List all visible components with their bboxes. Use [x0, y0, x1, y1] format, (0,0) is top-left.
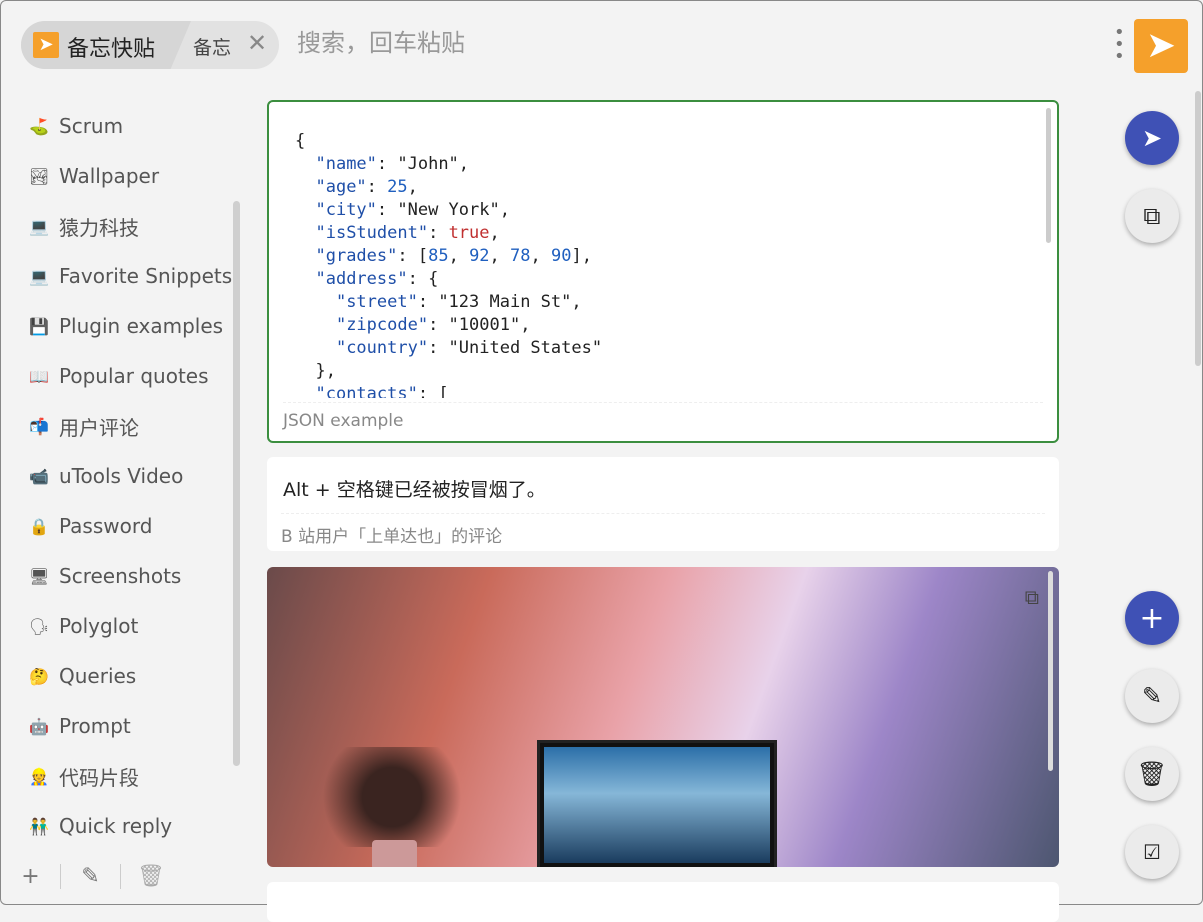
snippet-card-json[interactable]: { "name": "John", "age": 25, "city": "Ne… — [267, 100, 1059, 443]
app-logo-icon: ➤ — [33, 32, 59, 58]
category-icon: 👬 — [29, 816, 49, 836]
snippet-card[interactable] — [267, 882, 1059, 922]
sidebar-item-label: Wallpaper — [59, 164, 160, 188]
card-text: Alt + 空格键已经被按冒烟了。 — [283, 479, 546, 501]
sidebar-item-label: Prompt — [59, 714, 131, 738]
category-icon: 🤖 — [29, 716, 49, 736]
sidebar-item-label: 用户评论 — [59, 415, 139, 440]
sidebar-item-label: Popular quotes — [59, 364, 209, 388]
card-caption: JSON example — [283, 402, 1043, 431]
snippet-card-text[interactable]: Alt + 空格键已经被按冒烟了。 B 站用户「上单达也」的评论 — [267, 457, 1059, 551]
flowers-image — [307, 747, 477, 847]
sidebar-item[interactable]: 🏞 Wallpaper — [1, 151, 241, 201]
more-menu-icon[interactable]: • • • — [1114, 24, 1125, 66]
category-icon: 🤔 — [29, 666, 49, 686]
category-icon: ⛳ — [29, 116, 49, 136]
vase-image — [372, 840, 417, 867]
sidebar-item-label: Scrum — [59, 114, 124, 138]
card-caption: B 站用户「上单达也」的评论 — [281, 513, 1045, 547]
close-tab-icon[interactable]: ✕ — [247, 29, 267, 57]
tab-label: 备忘 — [193, 37, 232, 59]
sidebar-item[interactable]: 👷 代码片段 — [1, 751, 241, 801]
app-name: 备忘快贴 — [67, 37, 156, 62]
sidebar-item-label: 猿力科技 — [59, 215, 139, 240]
sidebar-scrollbar[interactable] — [233, 201, 240, 766]
sidebar-item[interactable]: 💻 Favorite Snippets — [1, 251, 241, 301]
category-icon: 🖥 — [29, 566, 50, 586]
add-button[interactable]: + — [1125, 591, 1179, 645]
category-icon: 💾 — [29, 316, 49, 336]
category-icon: 💻 — [29, 266, 49, 286]
sidebar-item-label: 代码片段 — [59, 765, 139, 790]
sidebar-item-label: Queries — [59, 664, 137, 688]
category-icon: 💻 — [29, 216, 49, 236]
sidebar-item[interactable]: 📖 Popular quotes — [1, 351, 241, 401]
sidebar-item[interactable]: 🗣 Polyglot — [1, 601, 241, 651]
delete-icon[interactable]: 🗑 — [121, 864, 181, 889]
sidebar: ⛳ Scrum 🏞 Wallpaper 💻 猿力科技 💻 Favorite Snippets 💾… — [1, 101, 241, 851]
sidebar-item[interactable]: 🤖 Prompt — [1, 701, 241, 751]
card-scrollbar[interactable] — [1046, 108, 1051, 243]
sidebar-toolbar: + ✎ 🗑 — [1, 856, 241, 896]
sidebar-item[interactable]: 🖥 Screenshots — [1, 551, 241, 601]
add-icon[interactable]: + — [1, 863, 61, 889]
category-icon: 🔒 — [29, 516, 49, 536]
sidebar-item[interactable]: 👬 Quick reply — [1, 801, 241, 851]
breadcrumb: ➤ 备忘快贴 备忘 ✕ — [21, 21, 279, 69]
send-button[interactable]: ➤ — [1125, 111, 1179, 165]
snippet-card-image[interactable]: ⧉ — [267, 567, 1059, 867]
main-scrollbar[interactable] — [1195, 91, 1201, 366]
code-content: { "name": "John", "age": 25, "city": "Ne… — [295, 131, 603, 398]
category-icon: 🏞 — [29, 166, 50, 186]
category-icon: 👷 — [29, 766, 49, 786]
copy-button[interactable]: ⧉ — [1125, 189, 1179, 243]
edit-button[interactable]: ✎ — [1125, 669, 1179, 723]
plugin-logo-icon[interactable]: ➤ — [1134, 19, 1188, 73]
category-icon: 📖 — [29, 366, 49, 386]
sidebar-item-label: Screenshots — [59, 564, 182, 588]
top-bar: ➤ 备忘快贴 备忘 ✕ ••• ➤ — [1, 1, 1203, 91]
category-icon: 📬 — [29, 416, 49, 436]
category-icon: 📹 — [29, 466, 49, 486]
monitor-image — [537, 740, 777, 867]
sidebar-item-label: Quick reply — [59, 814, 173, 838]
sidebar-item[interactable]: ⛳ Scrum — [1, 101, 241, 151]
sidebar-item-label: Favorite Snippets — [59, 264, 233, 288]
search-input[interactable] — [297, 29, 997, 57]
app-chip[interactable]: ➤ 备忘快贴 — [21, 21, 191, 69]
sidebar-item[interactable]: 💻 猿力科技 — [1, 201, 241, 251]
sidebar-item[interactable]: 📬 用户评论 — [1, 401, 241, 451]
card-scrollbar[interactable] — [1048, 571, 1053, 771]
sidebar-item[interactable]: 📹 uTools Video — [1, 451, 241, 501]
sidebar-item-label: Plugin examples — [59, 314, 224, 338]
open-external-icon[interactable]: ⧉ — [1025, 585, 1039, 609]
multi-select-button[interactable]: ☑ — [1125, 825, 1179, 879]
sidebar-item[interactable]: 🤔 Queries — [1, 651, 241, 701]
sidebar-item-label: Polyglot — [59, 614, 139, 638]
sidebar-item-label: Password — [59, 514, 153, 538]
delete-button[interactable]: 🗑 — [1125, 747, 1179, 801]
sidebar-item[interactable]: 💾 Plugin examples — [1, 301, 241, 351]
category-icon: 🗣 — [29, 616, 50, 636]
sidebar-item-label: uTools Video — [59, 464, 184, 488]
sidebar-item[interactable]: 🔒 Password — [1, 501, 241, 551]
edit-icon[interactable]: ✎ — [61, 863, 121, 889]
